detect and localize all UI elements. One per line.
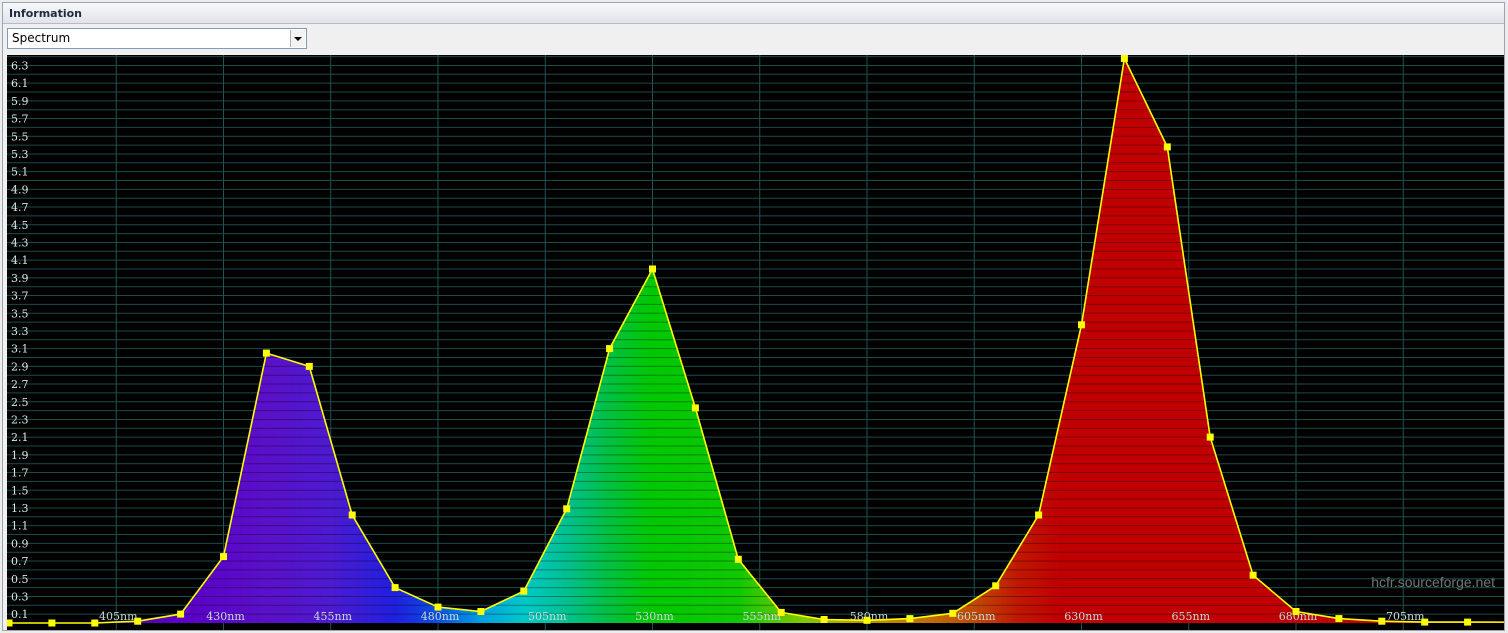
- data-point: [520, 587, 528, 595]
- y-tick-label: 5.1: [11, 166, 29, 179]
- spectrum-chart-svg: 0.1 0.3 0.5 0.7 0.9 1.1 1.3 1.5 1.7 1.9 2.1 2.3 2.5 2…: [7, 55, 1504, 630]
- y-tick-label: 0.9: [11, 537, 29, 550]
- y-tick-label: 4.3: [11, 236, 29, 249]
- data-point: [1120, 55, 1128, 62]
- y-tick-label: 2.5: [11, 396, 29, 409]
- y-tick-label: 0.5: [11, 573, 29, 586]
- data-point: [1421, 618, 1429, 626]
- data-point: [477, 608, 485, 615]
- data-point: [777, 608, 785, 616]
- y-tick-label: 2.1: [11, 431, 29, 444]
- y-tick-label: 2.7: [11, 378, 29, 391]
- y-tick-label: 2.3: [11, 413, 29, 426]
- data-point: [992, 582, 1000, 590]
- x-tick-label: 505nm: [528, 610, 567, 623]
- data-point: [1464, 618, 1472, 626]
- data-point: [434, 603, 442, 611]
- information-panel: Information Spectrum 0.1 0.3 0.5 0.7 0.9 1.1 1…: [2, 2, 1505, 631]
- x-tick-label: 430nm: [206, 610, 245, 623]
- y-tick-label: 4.1: [11, 254, 29, 267]
- y-tick-label: 4.9: [11, 183, 29, 196]
- y-tick-label: 5.7: [11, 113, 29, 126]
- data-point: [1249, 571, 1257, 579]
- data-point: [1035, 511, 1043, 519]
- y-tick-label: 4.7: [11, 201, 29, 214]
- y-tick-label: 1.9: [11, 449, 29, 462]
- spectrum-chart: 0.1 0.3 0.5 0.7 0.9 1.1 1.3 1.5 1.7 1.9 2.1 2.3 2.5 2…: [7, 55, 1504, 630]
- y-tick-label: 3.7: [11, 290, 29, 303]
- data-point: [606, 345, 614, 353]
- view-select-value: Spectrum: [12, 31, 71, 45]
- x-tick-label: 605nm: [957, 610, 996, 623]
- data-point: [1206, 433, 1214, 441]
- y-tick-label: 6.1: [11, 77, 29, 90]
- data-point: [1378, 617, 1386, 625]
- x-tick-label: 480nm: [421, 610, 460, 623]
- data-point: [177, 610, 185, 618]
- x-tick-label: 555nm: [742, 610, 781, 623]
- y-tick-label: 2.9: [11, 360, 29, 373]
- y-tick-label: 3.1: [11, 343, 29, 356]
- data-point: [691, 404, 699, 412]
- data-point: [391, 584, 399, 592]
- y-tick-label: 3.9: [11, 272, 29, 285]
- y-tick-label: 3.3: [11, 325, 29, 338]
- data-point: [906, 615, 914, 623]
- x-tick-label: 655nm: [1171, 610, 1210, 623]
- data-point: [1163, 143, 1171, 151]
- data-point: [1335, 615, 1343, 623]
- view-select[interactable]: Spectrum: [7, 28, 307, 49]
- y-tick-label: 0.3: [11, 590, 29, 603]
- chevron-down-icon[interactable]: [290, 30, 305, 47]
- x-tick-label: 530nm: [635, 610, 674, 623]
- data-point: [7, 619, 13, 627]
- y-tick-label: 4.5: [11, 219, 29, 232]
- data-point: [949, 609, 957, 617]
- panel-toolbar: Spectrum: [3, 24, 1504, 56]
- y-tick-label: 6.3: [11, 59, 29, 72]
- y-tick-label: 1.5: [11, 484, 29, 497]
- y-tick-label: 5.9: [11, 95, 29, 108]
- y-tick-label: 1.1: [11, 520, 29, 533]
- y-tick-label: 0.7: [11, 555, 29, 568]
- data-point: [734, 555, 742, 563]
- data-point: [1292, 608, 1300, 615]
- x-tick-label: 455nm: [313, 610, 352, 623]
- data-point: [863, 616, 871, 624]
- data-point: [262, 349, 270, 357]
- y-tick-label: 1.7: [11, 467, 29, 480]
- data-point: [134, 617, 142, 625]
- y-tick-label: 3.5: [11, 307, 29, 320]
- data-point: [348, 511, 356, 519]
- x-tick-label: 630nm: [1064, 610, 1103, 623]
- y-tick-label: 5.5: [11, 130, 29, 143]
- data-point: [649, 265, 656, 273]
- data-point: [48, 619, 56, 627]
- y-tick-label: 5.3: [11, 148, 29, 161]
- data-point: [563, 505, 571, 513]
- watermark-text: hcfr.sourceforge.net: [1371, 574, 1495, 590]
- data-point: [305, 362, 313, 370]
- data-point: [220, 553, 227, 561]
- y-tick-label: 0.1: [11, 608, 29, 621]
- panel-title: Information: [3, 3, 1504, 24]
- y-tick-label: 1.3: [11, 502, 29, 515]
- data-point: [91, 619, 99, 627]
- data-point: [1078, 321, 1085, 329]
- data-point: [820, 616, 828, 623]
